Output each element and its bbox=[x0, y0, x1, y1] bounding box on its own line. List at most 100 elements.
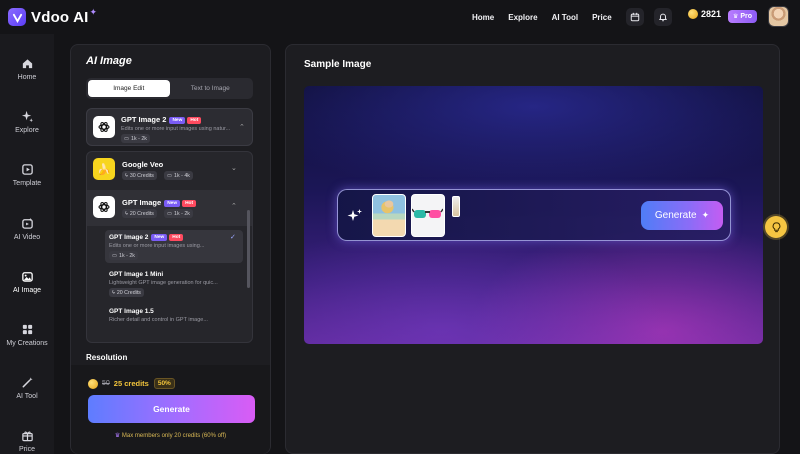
model-name: Google Veo bbox=[122, 160, 164, 169]
sidebar: Home Explore Template AI Video AI Image … bbox=[0, 34, 54, 454]
hot-badge: Hot bbox=[169, 234, 184, 241]
monitor-icon: ▭ bbox=[167, 172, 173, 179]
sidebar-item-label: My Creations bbox=[6, 340, 48, 347]
mode-tabs: Image Edit Text to Image bbox=[86, 78, 253, 99]
model-description: Edits one or more input images using nat… bbox=[121, 126, 231, 132]
openai-icon bbox=[93, 196, 115, 218]
resolution-chip: ▭ 1k - 2k bbox=[121, 134, 150, 143]
resolution-chip: ▭ 1k - 4k bbox=[164, 171, 193, 180]
sample-thumbnail-sunglasses bbox=[411, 194, 445, 237]
original-cost: 50 bbox=[102, 380, 110, 387]
new-badge: New bbox=[169, 117, 186, 124]
sidebar-item-explore[interactable]: Explore bbox=[0, 109, 54, 134]
chevron-down-icon: ⌄ bbox=[231, 165, 237, 172]
credits-display[interactable]: 2821 bbox=[688, 9, 721, 19]
gift-icon bbox=[20, 428, 34, 442]
sidebar-item-ai-tool[interactable]: AI Tool bbox=[0, 375, 54, 400]
sample-prompt-bar: Generate ✦ bbox=[337, 189, 731, 241]
sample-panel: Sample Image Generate ✦ bbox=[285, 44, 780, 454]
lightbulb-button[interactable] bbox=[765, 216, 787, 238]
credits-chip: ϟ 30 Credits bbox=[122, 171, 157, 180]
sample-generate-button: Generate ✦ bbox=[641, 201, 723, 230]
submodel-description: Richer detail and control in GPT image..… bbox=[109, 317, 208, 323]
logo-mark-icon bbox=[8, 8, 26, 26]
chevron-up-icon: ⌃ bbox=[231, 203, 237, 210]
crown-icon: ♛ bbox=[114, 433, 121, 439]
sample-generate-label: Generate bbox=[654, 210, 697, 221]
video-icon bbox=[20, 216, 34, 230]
panel-title: AI Image bbox=[86, 55, 132, 67]
chevron-up-icon: ⌃ bbox=[239, 124, 245, 131]
sidebar-item-label: AI Video bbox=[13, 234, 41, 241]
submodel-name: GPT Image 2 New Hot bbox=[109, 234, 184, 241]
sidebar-item-label: Price bbox=[19, 446, 35, 453]
hot-badge: Hot bbox=[187, 117, 202, 124]
wand-icon bbox=[20, 375, 34, 389]
template-icon bbox=[20, 162, 34, 176]
submodel-gpt-image-1-mini[interactable]: GPT Image 1 Mini Lightweight GPT image g… bbox=[105, 268, 243, 300]
discount-badge: 50% bbox=[153, 378, 175, 389]
dropdown-scrollbar[interactable] bbox=[247, 210, 250, 288]
pro-label: Pro bbox=[740, 13, 753, 20]
nav-explore[interactable]: Explore bbox=[508, 13, 537, 22]
model-dropdown: 🍌 Google Veo ϟ 30 Credits ▭ 1k - 4k ⌄ GPT … bbox=[86, 151, 253, 343]
resolution-chip: ▭ 1k - 2k bbox=[164, 209, 193, 218]
sidebar-item-ai-video[interactable]: AI Video bbox=[0, 216, 54, 241]
submodel-name: GPT Image 1 Mini bbox=[109, 271, 164, 278]
model-option-gpt-image[interactable]: GPT Image New Hot ϟ 20 Credits ▭ 1k - 2k ⌃ bbox=[87, 190, 252, 226]
banana-icon: 🍌 bbox=[93, 158, 115, 180]
tab-image-edit[interactable]: Image Edit bbox=[88, 80, 170, 97]
logo-text: Vdoo AI bbox=[31, 8, 89, 26]
grid-icon bbox=[20, 322, 34, 336]
coin-icon bbox=[88, 378, 98, 389]
bolt-icon: ϟ bbox=[112, 289, 115, 296]
credits-count: 2821 bbox=[701, 9, 722, 19]
monitor-icon: ▭ bbox=[112, 252, 118, 259]
sidebar-item-home[interactable]: Home bbox=[0, 56, 54, 81]
top-nav: Home Explore AI Tool Price bbox=[472, 0, 626, 34]
nav-home[interactable]: Home bbox=[472, 13, 494, 22]
discounted-cost: 25 credits bbox=[113, 379, 149, 388]
sparkle-icon bbox=[347, 209, 362, 221]
new-badge: New bbox=[151, 234, 168, 241]
avatar[interactable] bbox=[768, 6, 789, 27]
monitor-icon: ▭ bbox=[124, 135, 130, 142]
sidebar-item-label: AI Tool bbox=[16, 393, 38, 400]
model-name: GPT Image 2 New Hot bbox=[121, 115, 202, 124]
top-bar: Vdoo AI ✦ Home Explore AI Tool Price 282… bbox=[0, 0, 800, 34]
sidebar-item-label: Home bbox=[17, 74, 37, 81]
sidebar-item-ai-image[interactable]: AI Image bbox=[0, 269, 54, 294]
coin-icon bbox=[688, 9, 698, 19]
generate-button[interactable]: Generate bbox=[88, 395, 255, 423]
model-name: GPT Image New Hot bbox=[122, 198, 197, 207]
pro-badge[interactable]: ♛ Pro bbox=[728, 10, 758, 23]
logo[interactable]: Vdoo AI ✦ bbox=[8, 7, 97, 26]
model-option-google-veo[interactable]: 🍌 Google Veo ϟ 30 Credits ▭ 1k - 4k ⌄ bbox=[87, 152, 252, 188]
nav-ai-tool[interactable]: AI Tool bbox=[552, 13, 579, 22]
sidebar-item-template[interactable]: Template bbox=[0, 162, 54, 187]
bell-icon bbox=[659, 13, 667, 22]
credits-chip: ϟ 20 Credits bbox=[109, 288, 144, 297]
member-note: ♛ Max members only 20 credits (60% off) bbox=[114, 433, 227, 439]
sidebar-item-my-creations[interactable]: My Creations bbox=[0, 322, 54, 347]
sidebar-item-label: Template bbox=[12, 180, 42, 187]
sidebar-item-label: Explore bbox=[15, 127, 39, 134]
home-icon bbox=[20, 56, 34, 70]
notification-button[interactable] bbox=[654, 8, 672, 26]
image-icon bbox=[20, 269, 34, 283]
bolt-icon: ϟ bbox=[125, 210, 128, 217]
model-selector[interactable]: GPT Image 2 New Hot Edits one or more inpu… bbox=[86, 108, 253, 146]
bolt-icon: ϟ bbox=[125, 172, 128, 179]
submodel-description: Lightweight GPT image generation for qui… bbox=[109, 280, 218, 286]
submodel-description: Edits one or more input images using... bbox=[109, 243, 205, 249]
tab-text-to-image[interactable]: Text to Image bbox=[170, 80, 252, 97]
sidebar-item-price[interactable]: Price bbox=[0, 428, 54, 453]
calendar-button[interactable] bbox=[626, 8, 644, 26]
sparkle-icon: ✦ bbox=[701, 210, 710, 220]
new-badge: New bbox=[164, 200, 181, 207]
submodel-gpt-image-2[interactable]: GPT Image 2 New Hot Edits one or more inpu… bbox=[105, 230, 243, 263]
nav-price[interactable]: Price bbox=[592, 13, 612, 22]
monitor-icon: ▭ bbox=[167, 210, 173, 217]
resolution-label: Resolution bbox=[86, 353, 128, 362]
submodel-gpt-image-1-5[interactable]: GPT Image 1.5 Richer detail and control … bbox=[105, 305, 243, 329]
